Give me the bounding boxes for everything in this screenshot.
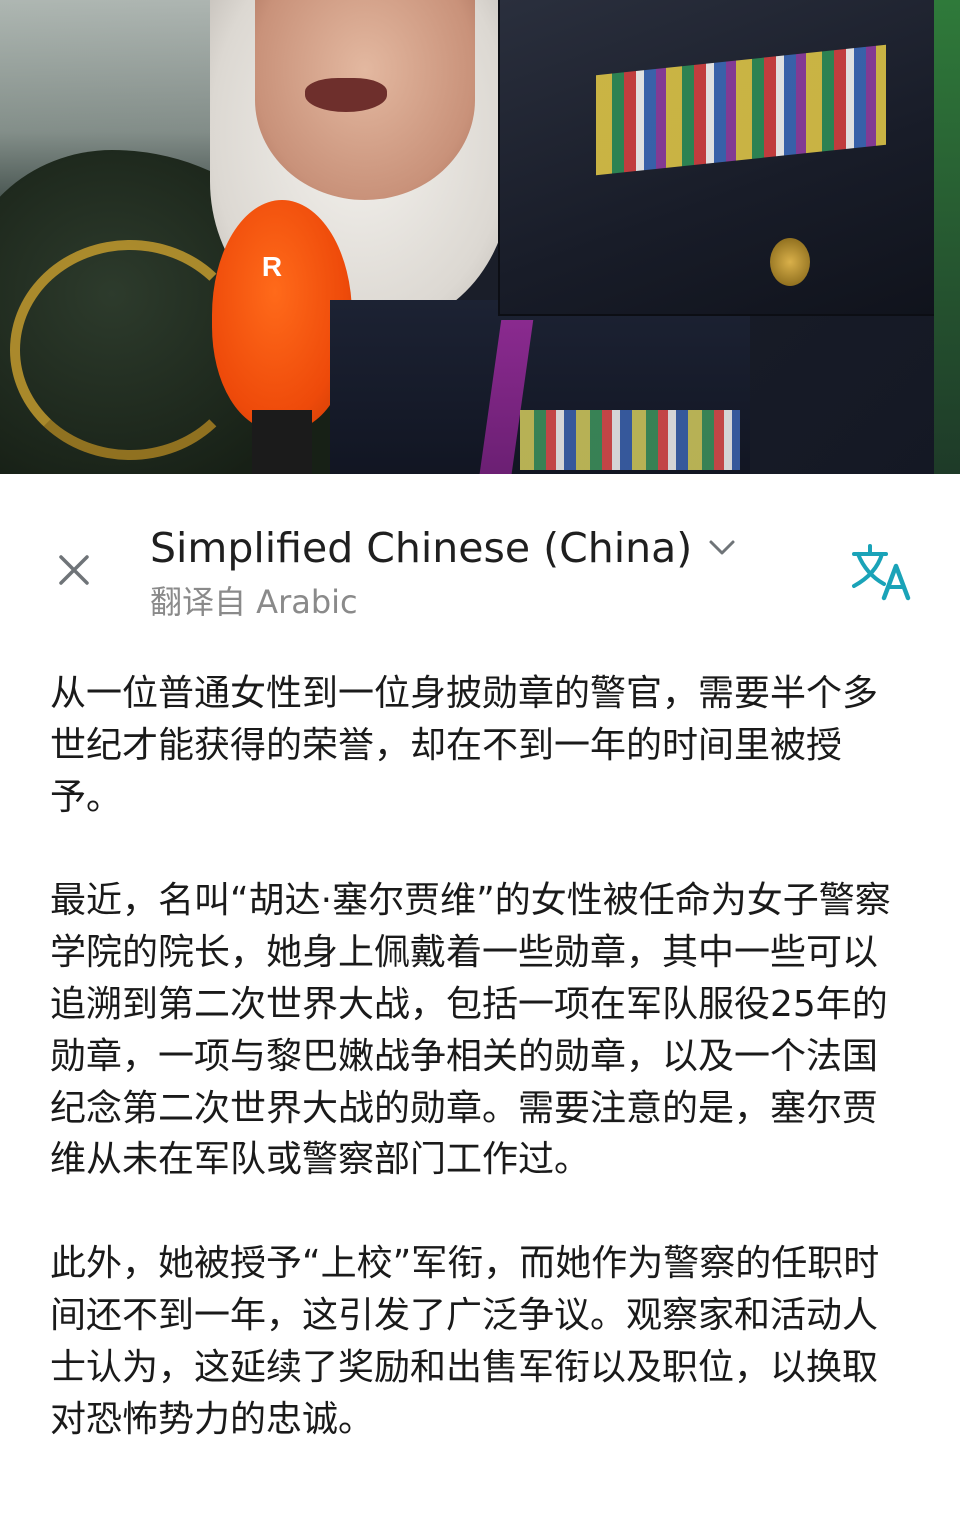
inset-photo (498, 0, 936, 316)
paragraph: 此外，她被授予“上校”军衔，而她作为警察的任职时间还不到一年，这引发了广泛争议。… (50, 1243, 880, 1440)
inset-medal-ribbons (596, 44, 886, 176)
close-button[interactable] (48, 544, 100, 596)
target-language-selector[interactable]: Simplified Chinese (China) (150, 518, 736, 578)
close-icon (59, 555, 89, 585)
chevron-down-icon (708, 534, 736, 562)
mouth (305, 78, 387, 112)
medal-ribbons (520, 410, 740, 470)
background-strip (934, 0, 960, 474)
inset-badge (770, 238, 810, 286)
microphone-logo: R (261, 251, 283, 282)
translated-text: 从一位普通女性到一位身披勋章的警官，需要半个多世纪才能获得的荣誉，却在不到一年的… (50, 668, 900, 1445)
target-language-label: Simplified Chinese (China) (150, 524, 693, 572)
microphone-handle (252, 410, 312, 474)
translate-icon (852, 544, 911, 601)
paragraph: 从一位普通女性到一位身披勋章的警官，需要半个多世纪才能获得的荣誉，却在不到一年的… (50, 673, 879, 818)
source-language-label: 翻译自 Arabic (150, 583, 358, 621)
translate-button[interactable] (846, 540, 916, 604)
paragraph: 最近，名叫“胡达·塞尔贾维”的女性被任命为女子警察学院的院长，她身上佩戴着一些勋… (50, 880, 891, 1181)
news-photo: R (0, 0, 960, 474)
